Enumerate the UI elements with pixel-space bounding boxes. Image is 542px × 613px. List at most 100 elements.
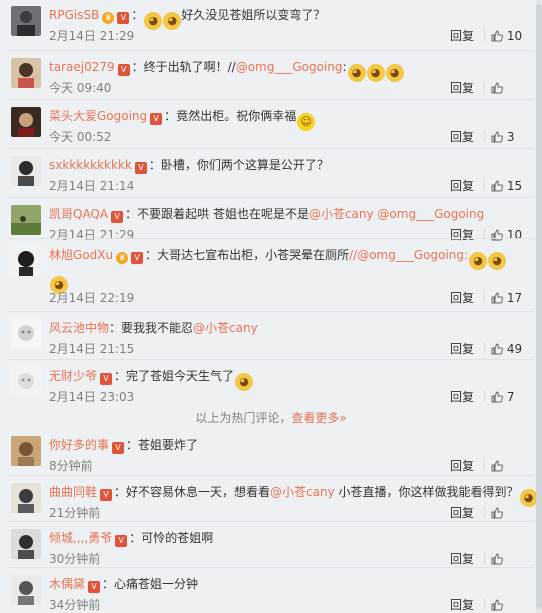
reply-button[interactable]: 回复	[450, 290, 474, 306]
timestamp: 30分钟前	[49, 552, 101, 566]
timestamp: 今天 00:52	[49, 130, 112, 144]
reply-button[interactable]: 回复	[450, 341, 474, 357]
member-badge-icon: V	[117, 64, 130, 76]
like-button[interactable]	[484, 505, 524, 521]
mention-link[interactable]: @小苍cany	[193, 321, 258, 335]
username[interactable]: 曲曲同鞋	[49, 485, 97, 499]
username[interactable]: 倾城,,,,勇爷	[49, 531, 112, 545]
member-badge-icon: V	[115, 535, 128, 547]
username[interactable]: 木偶黛	[49, 577, 85, 591]
username[interactable]: 风云池中物	[49, 321, 109, 335]
comment-feed: RPGisSB ♛ V： ◕ ◕ 好久没见苍姐所以变弯了？ 2月14日 21:29 回复 …	[0, 0, 542, 613]
reply-button[interactable]: 回复	[450, 458, 474, 474]
cat-emoji-icon: ◕	[163, 12, 182, 30]
username[interactable]: 凯哥QAQA	[49, 207, 108, 221]
member-badge-icon: V	[112, 442, 125, 454]
comment-text: 好不容易休息一天，想看看	[126, 485, 271, 499]
comment-row: 风云池中物：要我我不能忍@小苍cany 2月14日 21:15 回复 49	[0, 313, 534, 361]
cat-emoji-icon: ◕	[235, 373, 254, 391]
timestamp: 2月14日 21:14	[49, 179, 135, 193]
like-button[interactable]: 7	[484, 389, 524, 405]
username[interactable]: RPGisSB	[49, 8, 99, 22]
reply-button[interactable]: 回复	[450, 28, 474, 44]
row-divider	[8, 475, 534, 476]
reply-button[interactable]: 回复	[450, 551, 474, 567]
avatar[interactable]	[11, 107, 41, 137]
avatar[interactable]	[11, 436, 41, 466]
thumb-up-icon	[491, 292, 503, 304]
cat-emoji-icon: ◕	[385, 64, 404, 82]
like-button[interactable]	[484, 551, 524, 567]
avatar[interactable]	[11, 6, 41, 36]
mention-link[interactable]: //@omg___Gogoing:	[349, 248, 468, 262]
like-button[interactable]: 17	[484, 290, 524, 306]
like-count: 10	[506, 29, 523, 43]
like-button[interactable]: 49	[484, 341, 524, 357]
mention-link[interactable]: @小苍cany @omg___Gogoing	[309, 207, 484, 221]
avatar[interactable]	[11, 575, 41, 605]
comment-row: 无财少爷 V ：完了苍姐今天生气了 ◕ 2月14日 23:03 回复 7	[0, 361, 534, 409]
comment-text: 终于出轨了啊！//	[143, 60, 236, 74]
member-badge-icon: V	[88, 581, 101, 593]
username[interactable]: sxkkkkkkkkkk	[49, 158, 132, 172]
like-count: 7	[506, 390, 515, 404]
like-button[interactable]: 3	[484, 129, 524, 145]
username[interactable]: 你好多的事	[49, 438, 109, 452]
timestamp: 34分钟前	[49, 598, 101, 612]
thumb-up-icon	[491, 391, 503, 403]
timestamp: 今天 09:40	[49, 81, 112, 95]
hot-comments-divider: 以上为热门评论，查看更多»	[195, 411, 347, 425]
avatar[interactable]	[11, 319, 41, 349]
avatar[interactable]	[11, 205, 41, 235]
username[interactable]: taraej0279	[49, 60, 115, 74]
like-button[interactable]: 15	[484, 178, 524, 194]
crown-icon: ♛	[116, 252, 129, 264]
comment-row: 菜头大爱Gogoing V ：竟然出柜。祝你俩幸福 ☺ 今天 00:52 回复 3	[0, 101, 534, 149]
see-more-link[interactable]: 查看更多»	[291, 411, 346, 425]
comment-text: 竟然出柜。祝你俩幸福	[176, 109, 297, 123]
reply-button[interactable]: 回复	[450, 178, 474, 194]
username[interactable]: 无财少爷	[49, 369, 97, 383]
username[interactable]: 菜头大爱Gogoing	[49, 109, 147, 123]
thumb-up-icon	[491, 82, 503, 94]
row-divider	[8, 238, 534, 239]
scrollbar-thumb[interactable]	[536, 4, 542, 609]
mention-link[interactable]: @omg___Gogoing	[236, 60, 343, 74]
comment-row: 木偶黛 V ：心痛苍姐一分钟 34分钟前 回复	[0, 569, 534, 613]
avatar[interactable]	[11, 58, 41, 88]
thumb-up-icon	[491, 507, 503, 519]
avatar[interactable]	[11, 156, 41, 186]
like-count: 17	[506, 291, 523, 305]
row-divider	[8, 567, 534, 568]
avatar[interactable]	[11, 367, 41, 397]
reply-button[interactable]: 回复	[450, 597, 474, 613]
reply-button[interactable]: 回复	[450, 129, 474, 145]
row-divider	[8, 50, 534, 51]
laugh-emoji-icon: ☺	[297, 113, 316, 131]
comment-row: sxkkkkkkkkkk V ：卧槽，你们两个这算是公开了？ 2月14日 21:14…	[0, 150, 534, 198]
member-badge-icon: V	[117, 12, 130, 24]
mention-link[interactable]: @小苍cany	[270, 485, 335, 499]
like-button[interactable]	[484, 597, 524, 613]
like-button[interactable]: 10	[484, 28, 524, 44]
row-divider	[8, 311, 534, 312]
thumb-up-icon	[491, 180, 503, 192]
member-badge-icon: V	[134, 162, 147, 174]
username[interactable]: 林旭GodXu	[49, 248, 113, 262]
avatar[interactable]	[11, 529, 41, 559]
crown-icon: ♛	[102, 12, 115, 24]
reply-button[interactable]: 回复	[450, 389, 474, 405]
avatar[interactable]	[11, 246, 41, 276]
cat-emoji-icon: ◕	[366, 64, 385, 82]
cat-emoji-icon: ◕	[488, 252, 507, 270]
scrollbar[interactable]	[536, 0, 542, 613]
cat-emoji-icon: ◕	[469, 252, 488, 270]
reply-button[interactable]: 回复	[450, 80, 474, 96]
thumb-up-icon	[491, 460, 503, 472]
reply-button[interactable]: 回复	[450, 505, 474, 521]
like-button[interactable]	[484, 80, 524, 96]
timestamp: 2月14日 23:03	[49, 390, 135, 404]
avatar[interactable]	[11, 483, 41, 513]
like-button[interactable]	[484, 458, 524, 474]
comment-row: 曲曲同鞋 V ：好不容易休息一天，想看看@小苍cany 小苍直播，你这样做我能看得到…	[0, 477, 538, 525]
